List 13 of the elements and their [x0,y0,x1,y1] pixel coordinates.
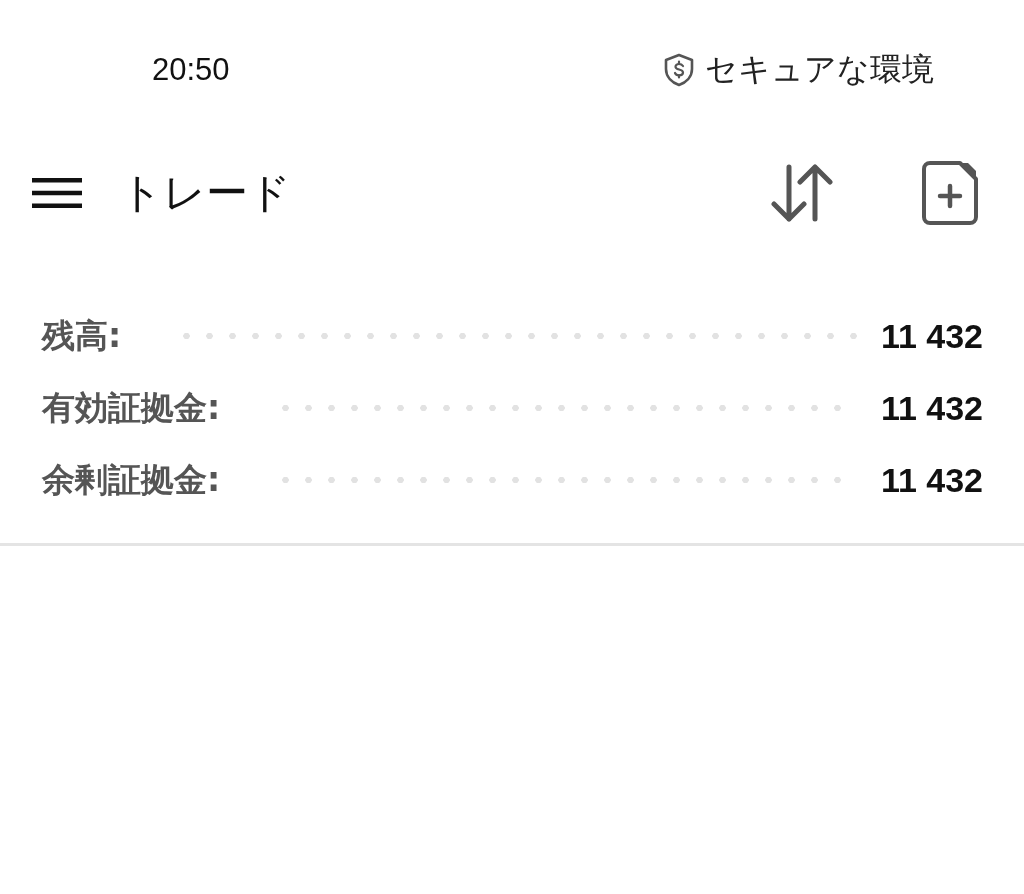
add-file-icon[interactable] [922,161,978,225]
summary-label: 余剰証拠金: [42,458,221,501]
summary-label: 有効証拠金: [42,386,221,429]
summary-value: 11 432 [880,460,983,500]
page-title: トレード [120,167,291,219]
summary-value: 11 432 [880,388,983,428]
sort-arrows-icon[interactable] [770,164,834,222]
status-time: 20:50 [152,52,230,88]
summary-label: 残高: [42,314,122,357]
menu-icon[interactable] [32,178,82,208]
shield-dollar-icon [663,53,695,87]
secure-environment-label: セキュアな環境 [705,49,934,90]
summary-value: 11 432 [880,316,983,356]
